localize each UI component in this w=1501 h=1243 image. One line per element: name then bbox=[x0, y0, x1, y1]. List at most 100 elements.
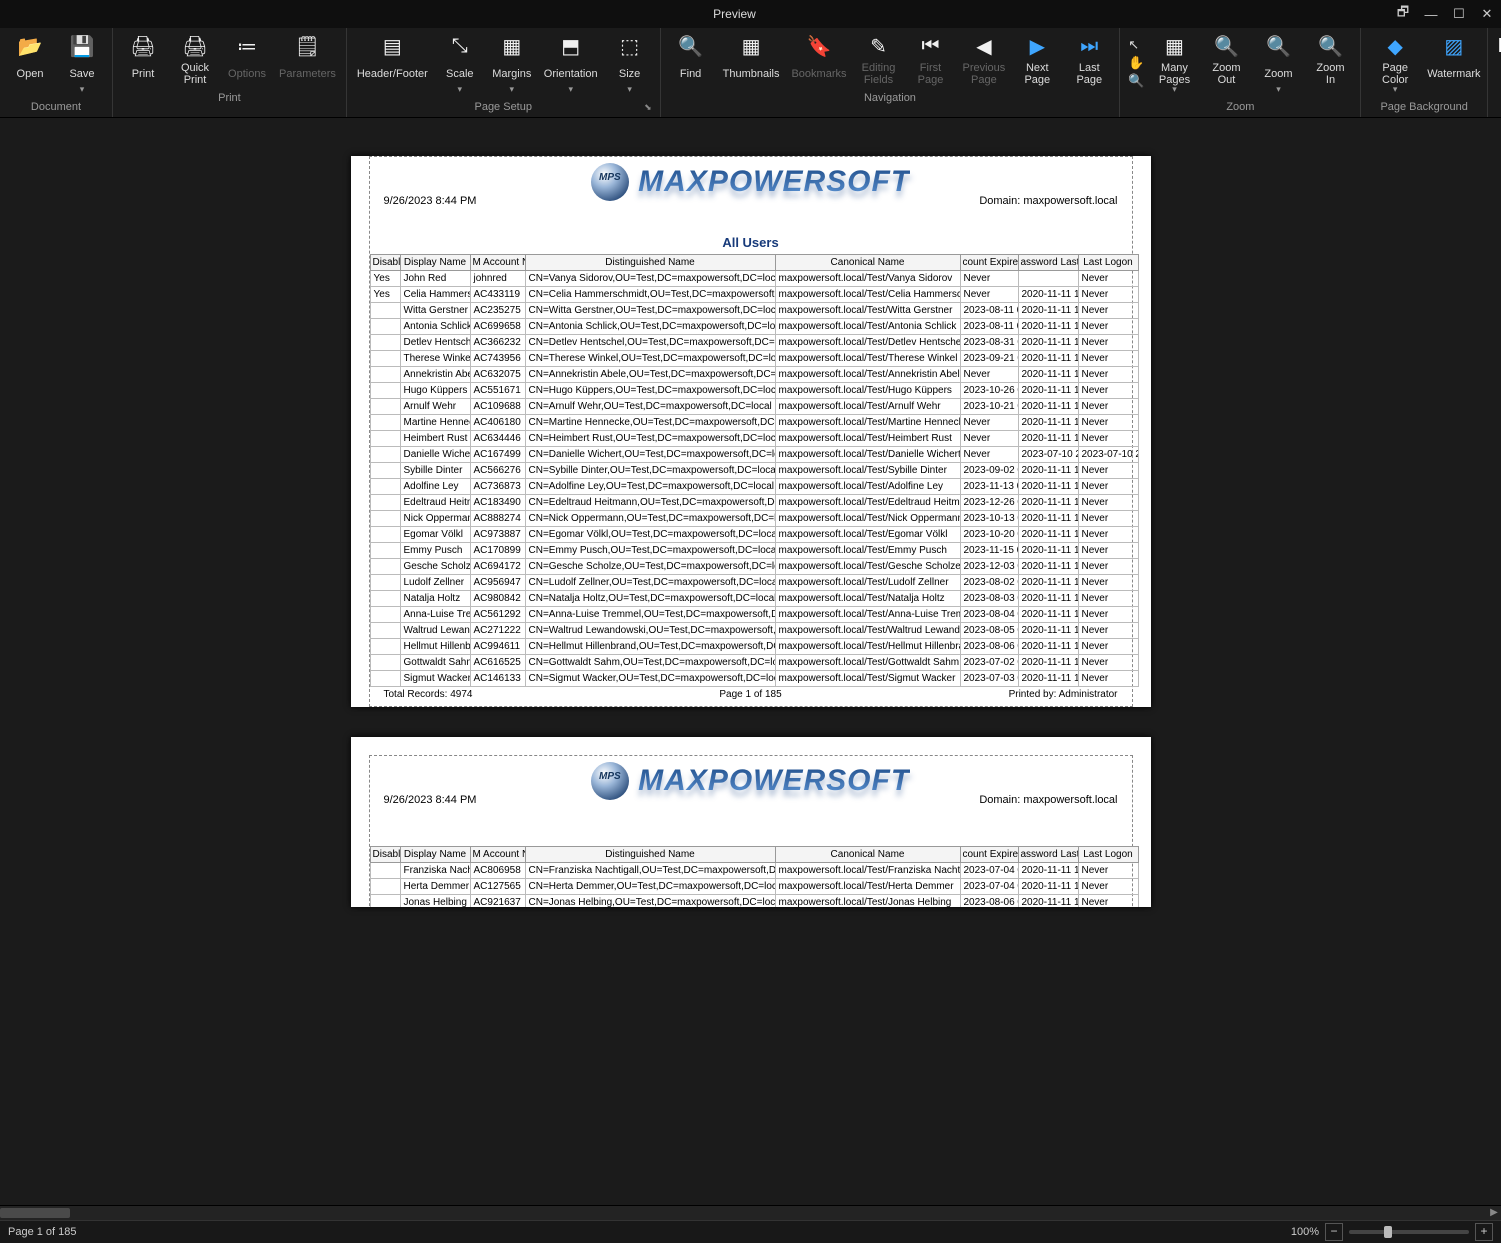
header-footer-button[interactable]: ▤Header/Footer bbox=[351, 30, 434, 97]
table-cell bbox=[370, 447, 400, 463]
table-cell: Never bbox=[1078, 431, 1138, 447]
zoom-out-button[interactable]: 🔍Zoom Out bbox=[1200, 30, 1252, 97]
window-close-icon[interactable]: ✕ bbox=[1473, 0, 1501, 28]
magnifier-tool-button[interactable]: 🔍 bbox=[1128, 73, 1144, 91]
next-page-button[interactable]: ▶Next Page bbox=[1011, 30, 1063, 88]
table-cell bbox=[370, 351, 400, 367]
table-cell: Never bbox=[1078, 607, 1138, 623]
pointer-tool-button[interactable]: ↖ bbox=[1128, 37, 1144, 55]
table-cell bbox=[370, 303, 400, 319]
many-pages-icon: ▦ bbox=[1162, 34, 1186, 58]
zoom-slider[interactable] bbox=[1349, 1230, 1469, 1234]
dropdown-arrow-icon: ▾ bbox=[1276, 84, 1281, 95]
footer-page: Page 1 of 185 bbox=[628, 689, 873, 700]
table-cell bbox=[370, 319, 400, 335]
zoom-in-small-button[interactable]: + bbox=[1475, 1223, 1493, 1241]
table-cell: 2020-11-11 14 bbox=[1018, 399, 1078, 415]
table-cell: 2020-11-11 14 bbox=[1018, 351, 1078, 367]
previous-page-button-label: Previous Page bbox=[963, 62, 1006, 86]
hand-tool-button[interactable]: ✋ bbox=[1128, 55, 1144, 73]
bookmarks-button-label: Bookmarks bbox=[791, 62, 846, 86]
table-cell: Never bbox=[1078, 287, 1138, 303]
table-cell bbox=[370, 543, 400, 559]
dialog-launcher-icon[interactable]: ⬊ bbox=[644, 102, 652, 113]
zoom-out-small-button[interactable]: − bbox=[1325, 1223, 1343, 1241]
table-cell bbox=[370, 399, 400, 415]
maximize-icon[interactable]: ☐ bbox=[1445, 0, 1473, 28]
table-row: Natalja HoltzAC980842CN=Natalja Holtz,OU… bbox=[370, 591, 1138, 607]
table-cell: AC921637 bbox=[470, 895, 525, 908]
table-cell: Never bbox=[960, 415, 1018, 431]
zoom-in-icon: 🔍 bbox=[1318, 34, 1342, 58]
size-button[interactable]: ⬚Size▾ bbox=[604, 30, 656, 97]
table-cell: Natalja Holtz bbox=[400, 591, 470, 607]
table-cell: Waltrud Lewand bbox=[400, 623, 470, 639]
save-button[interactable]: 💾 Save▾ bbox=[56, 30, 108, 97]
table-row: Herta DemmerAC127565CN=Herta Demmer,OU=T… bbox=[370, 879, 1138, 895]
zoom-slider-knob[interactable] bbox=[1384, 1226, 1392, 1238]
table-cell: Heimbert Rust bbox=[400, 431, 470, 447]
scale-button[interactable]: ⤡Scale▾ bbox=[434, 30, 486, 97]
dropdown-arrow-icon: ▾ bbox=[80, 84, 85, 95]
thumbnails-button[interactable]: ▦Thumbnails bbox=[717, 30, 786, 88]
logo-text: MAXPOWERSOFT bbox=[638, 165, 910, 199]
column-header: M Account Na bbox=[470, 847, 525, 863]
table-cell: Never bbox=[1078, 639, 1138, 655]
table-cell: Yes bbox=[370, 287, 400, 303]
last-page-button-label: Last Page bbox=[1076, 62, 1102, 86]
find-button[interactable]: 🔍Find bbox=[665, 30, 717, 88]
table-cell: maxpowersoft.local/Test/Sybille Dinter bbox=[775, 463, 960, 479]
zoom-in-button[interactable]: 🔍Zoom In bbox=[1304, 30, 1356, 97]
table-cell: Therese Winkel bbox=[400, 351, 470, 367]
last-page-button[interactable]: ⏭Last Page bbox=[1063, 30, 1115, 88]
quick-print-icon: 🖨 bbox=[183, 34, 207, 58]
table-cell: AC616525 bbox=[470, 655, 525, 671]
table-cell: Edeltraud Heitm bbox=[400, 495, 470, 511]
watermark-button[interactable]: ▨Watermark bbox=[1425, 30, 1483, 97]
scroll-right-icon[interactable]: ▶ bbox=[1487, 1206, 1501, 1220]
find-icon: 🔍 bbox=[679, 34, 703, 58]
table-cell: maxpowersoft.local/Test/Nick Oppermann bbox=[775, 511, 960, 527]
document-area[interactable]: 9/26/2023 8:44 PM MAXPOWERSOFT Domain: m… bbox=[0, 118, 1501, 1205]
table-cell: CN=Therese Winkel,OU=Test,DC=maxpowersof… bbox=[525, 351, 775, 367]
table-cell: CN=Hugo Küppers,OU=Test,DC=maxpowersoft,… bbox=[525, 383, 775, 399]
size-icon: ⬚ bbox=[618, 34, 642, 58]
table-cell: Never bbox=[1078, 303, 1138, 319]
table-cell: 2023-08-06 0 bbox=[960, 639, 1018, 655]
save-button-label: Save bbox=[69, 62, 94, 86]
table-cell: 2023-11-13 0 bbox=[960, 479, 1018, 495]
parameters-button: 🗒Parameters bbox=[273, 30, 342, 88]
zoom-button[interactable]: 🔍Zoom▾ bbox=[1252, 30, 1304, 97]
table-cell: maxpowersoft.local/Test/Annekristin Abel… bbox=[775, 367, 960, 383]
minimize-icon[interactable]: — bbox=[1417, 0, 1445, 28]
options-button-label: Options bbox=[228, 62, 266, 86]
table-cell: AC743956 bbox=[470, 351, 525, 367]
restore-down-icon[interactable]: 🗗 bbox=[1389, 0, 1417, 28]
export-to-button[interactable]: PDFExport To▾ bbox=[1492, 30, 1501, 97]
table-cell: CN=Martine Hennecke,OU=Test,DC=maxpowers… bbox=[525, 415, 775, 431]
column-header: Canonical Name bbox=[775, 847, 960, 863]
print-button[interactable]: 🖨Print bbox=[117, 30, 169, 88]
horizontal-scrollbar[interactable]: ◀ ▶ bbox=[0, 1205, 1501, 1220]
zoom-icon: 🔍 bbox=[1266, 34, 1290, 58]
table-row: Hugo KüppersAC551671CN=Hugo Küppers,OU=T… bbox=[370, 383, 1138, 399]
table-cell: Never bbox=[1078, 351, 1138, 367]
orientation-button[interactable]: ⬒Orientation▾ bbox=[538, 30, 604, 97]
table-cell: 2020-11-11 14 bbox=[1018, 415, 1078, 431]
column-header: Display Name bbox=[400, 255, 470, 271]
table-cell: 2020-11-11 14 bbox=[1018, 495, 1078, 511]
table-cell: 2023-09-02 0 bbox=[960, 463, 1018, 479]
save-icon: 💾 bbox=[70, 34, 94, 58]
dropdown-arrow-icon: ▾ bbox=[1172, 84, 1177, 95]
page-color-button[interactable]: ◆Page Color▾ bbox=[1365, 30, 1424, 97]
open-button[interactable]: 📂Open bbox=[4, 30, 56, 97]
table-cell: CN=Sigmut Wacker,OU=Test,DC=maxpowersoft… bbox=[525, 671, 775, 687]
ribbon: 📂Open💾Save▾Document🖨Print🖨Quick Print≔Op… bbox=[0, 28, 1501, 118]
dropdown-arrow-icon: ▾ bbox=[627, 84, 632, 95]
column-header: assword Last S bbox=[1018, 847, 1078, 863]
many-pages-button[interactable]: ▦Many Pages▾ bbox=[1148, 30, 1200, 97]
margins-button[interactable]: ▦Margins▾ bbox=[486, 30, 538, 97]
table-cell bbox=[370, 655, 400, 671]
scroll-thumb[interactable] bbox=[0, 1208, 70, 1218]
quick-print-button[interactable]: 🖨Quick Print bbox=[169, 30, 221, 88]
